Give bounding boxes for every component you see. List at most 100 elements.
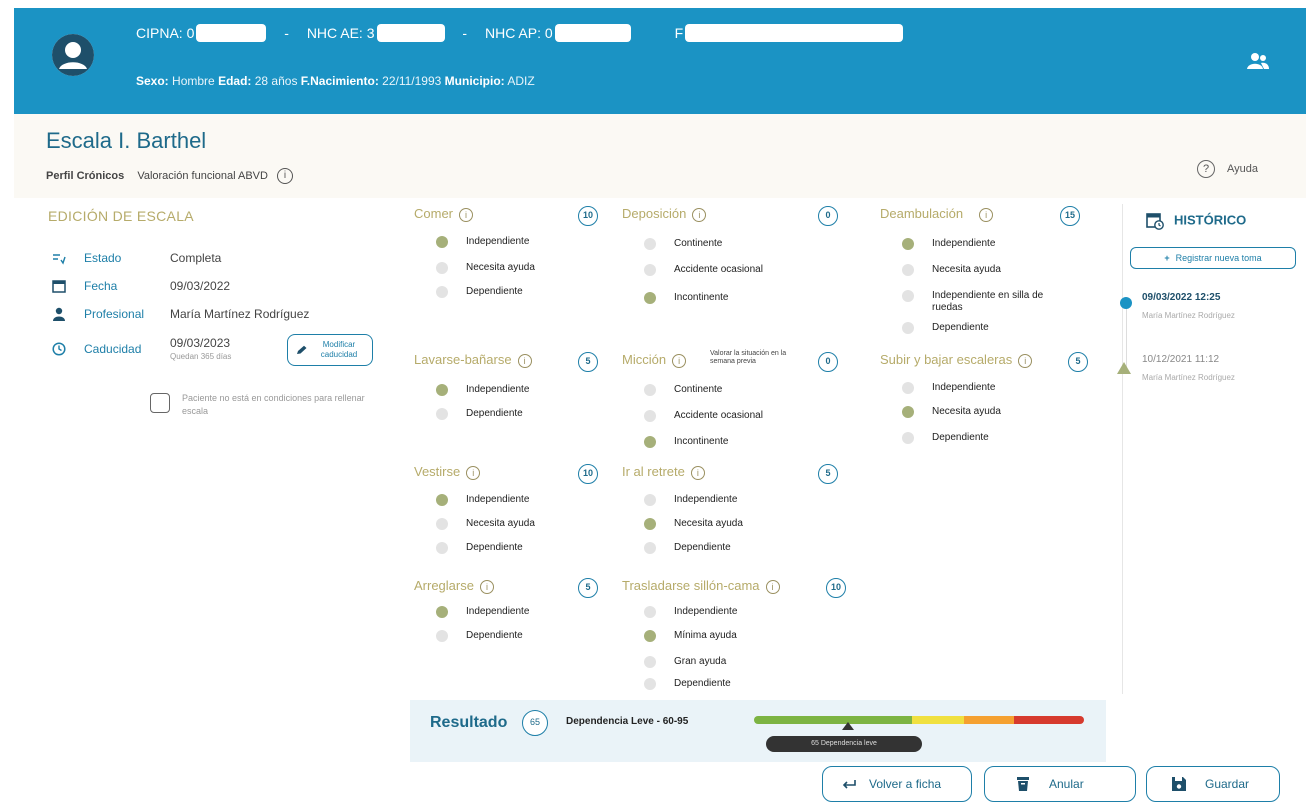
profesional-label: Profesional: [84, 306, 145, 321]
bar-yellow: [912, 716, 964, 724]
info-icon[interactable]: i: [517, 353, 532, 368]
page-title: Escala I. Barthel: [46, 128, 207, 153]
info-icon[interactable]: i: [765, 579, 780, 594]
calendar-icon: [52, 280, 66, 293]
back-to-record-button[interactable]: Volver a ficha: [822, 766, 972, 802]
radio[interactable]: [902, 382, 914, 394]
radio[interactable]: [436, 408, 448, 420]
info-icon[interactable]: i: [1018, 353, 1033, 368]
radio[interactable]: [644, 606, 656, 618]
option-label: Independiente: [932, 382, 996, 393]
info-icon[interactable]: i: [459, 207, 474, 222]
item-title: Arreglarse i: [414, 578, 494, 594]
info-icon[interactable]: i: [690, 465, 705, 480]
help-link[interactable]: ? Ayuda: [1197, 160, 1258, 178]
score-marker: [842, 722, 854, 730]
result-panel: Resultado 65 Dependencia Leve - 60-95 65…: [410, 700, 1106, 762]
valoracion-label: Valoración funcional ABVD: [137, 169, 268, 182]
edit-section-title: EDICIÓN DE ESCALA: [48, 208, 194, 224]
person-icon: [53, 307, 65, 321]
users-icon[interactable]: [1246, 51, 1270, 71]
radio-selected[interactable]: [436, 236, 448, 248]
cipna-label: CIPNA: 0: [136, 25, 195, 42]
item-title-text: Arreglarse: [414, 578, 474, 593]
info-icon[interactable]: i: [979, 207, 994, 222]
unable-checkbox[interactable]: [150, 393, 170, 413]
option-label: Necesita ayuda: [466, 262, 535, 273]
radio-selected[interactable]: [644, 630, 656, 642]
history-entry[interactable]: 09/03/2022 12:25 María Martínez Rodrígue…: [1142, 292, 1235, 320]
redacted-block: [685, 24, 904, 43]
item-title: Ir al retrete i: [622, 464, 705, 480]
cancel-button[interactable]: Anular: [984, 766, 1136, 802]
redacted-block: [196, 24, 267, 43]
info-icon[interactable]: i: [672, 353, 687, 368]
item-score: 0: [818, 352, 838, 372]
radio-selected[interactable]: [436, 384, 448, 396]
radio[interactable]: [644, 542, 656, 554]
radio[interactable]: [436, 542, 448, 554]
info-icon[interactable]: i: [479, 579, 494, 594]
radio[interactable]: [644, 264, 656, 276]
radio[interactable]: [644, 238, 656, 250]
fecha-value: 09/03/2022: [170, 278, 231, 293]
option-label: Gran ayuda: [674, 656, 727, 667]
option-label: Dependiente: [932, 432, 989, 443]
option-label: Necesita ayuda: [932, 406, 1001, 417]
radio[interactable]: [902, 290, 914, 302]
item-title-text: Lavarse-bañarse: [414, 352, 512, 367]
edad-label: Edad:: [218, 74, 252, 88]
item-title-text: Ir al retrete: [622, 464, 685, 479]
info-icon[interactable]: i: [277, 168, 294, 184]
option-label: Dependiente: [466, 630, 523, 641]
save-button[interactable]: Guardar: [1146, 766, 1280, 802]
nhc-ae-label: NHC AE: 3: [306, 25, 375, 42]
radio-selected[interactable]: [644, 518, 656, 530]
radio[interactable]: [644, 656, 656, 668]
status-icon: [53, 254, 66, 265]
radio[interactable]: [644, 384, 656, 396]
estado-label: Estado: [84, 250, 122, 265]
radio[interactable]: [644, 410, 656, 422]
item-score: 5: [1068, 352, 1088, 372]
radio-selected[interactable]: [436, 606, 448, 618]
option-label: Independiente: [466, 384, 530, 395]
radio[interactable]: [902, 264, 914, 276]
radio[interactable]: [644, 494, 656, 506]
history-entry[interactable]: 10/12/2021 11:12 María Martínez Rodrígue…: [1142, 354, 1235, 382]
bar-orange: [964, 716, 1014, 724]
item-score: 5: [578, 352, 598, 372]
modify-expiry-button[interactable]: Modificar caducidad: [287, 334, 373, 366]
radio[interactable]: [644, 678, 656, 690]
radio[interactable]: [436, 630, 448, 642]
perfil-label: Perfil Crónicos: [46, 169, 125, 182]
item-title: Trasladarse sillón-cama i: [622, 578, 780, 594]
history-date: 10/12/2021 11:12: [1142, 354, 1220, 365]
option-label: Continente: [674, 384, 723, 395]
info-icon[interactable]: i: [466, 465, 481, 480]
item-title: Deambulación i: [880, 206, 994, 222]
radio[interactable]: [902, 322, 914, 334]
info-icon[interactable]: i: [692, 207, 707, 222]
radio-selected[interactable]: [902, 406, 914, 418]
option-label: Dependiente: [674, 542, 731, 553]
radio-selected[interactable]: [644, 436, 656, 448]
bar-red: [1014, 716, 1084, 724]
register-new-button[interactable]: + Registrar nueva toma: [1130, 247, 1296, 269]
radio-selected[interactable]: [436, 494, 448, 506]
redacted-block: [554, 24, 631, 43]
radio[interactable]: [436, 262, 448, 274]
radio-selected[interactable]: [644, 292, 656, 304]
patient-header: CIPNA: 0 - NHC AE: 3 - NHC AP: 0 F Sexo:…: [14, 8, 1306, 114]
caducidad-value-wrap: 09/03/2023 Quedan 365 días: [170, 336, 231, 361]
item-title: Comer i: [414, 206, 474, 222]
f-label: F: [674, 25, 684, 42]
radio[interactable]: [436, 518, 448, 530]
radio[interactable]: [902, 432, 914, 444]
radio[interactable]: [436, 286, 448, 298]
option-label: Independiente: [466, 494, 530, 505]
radio-selected[interactable]: [902, 238, 914, 250]
nacimiento-value: 22/11/1993: [382, 74, 442, 88]
option-label: Necesita ayuda: [932, 264, 1001, 275]
item-title: Micción i: [622, 352, 687, 368]
